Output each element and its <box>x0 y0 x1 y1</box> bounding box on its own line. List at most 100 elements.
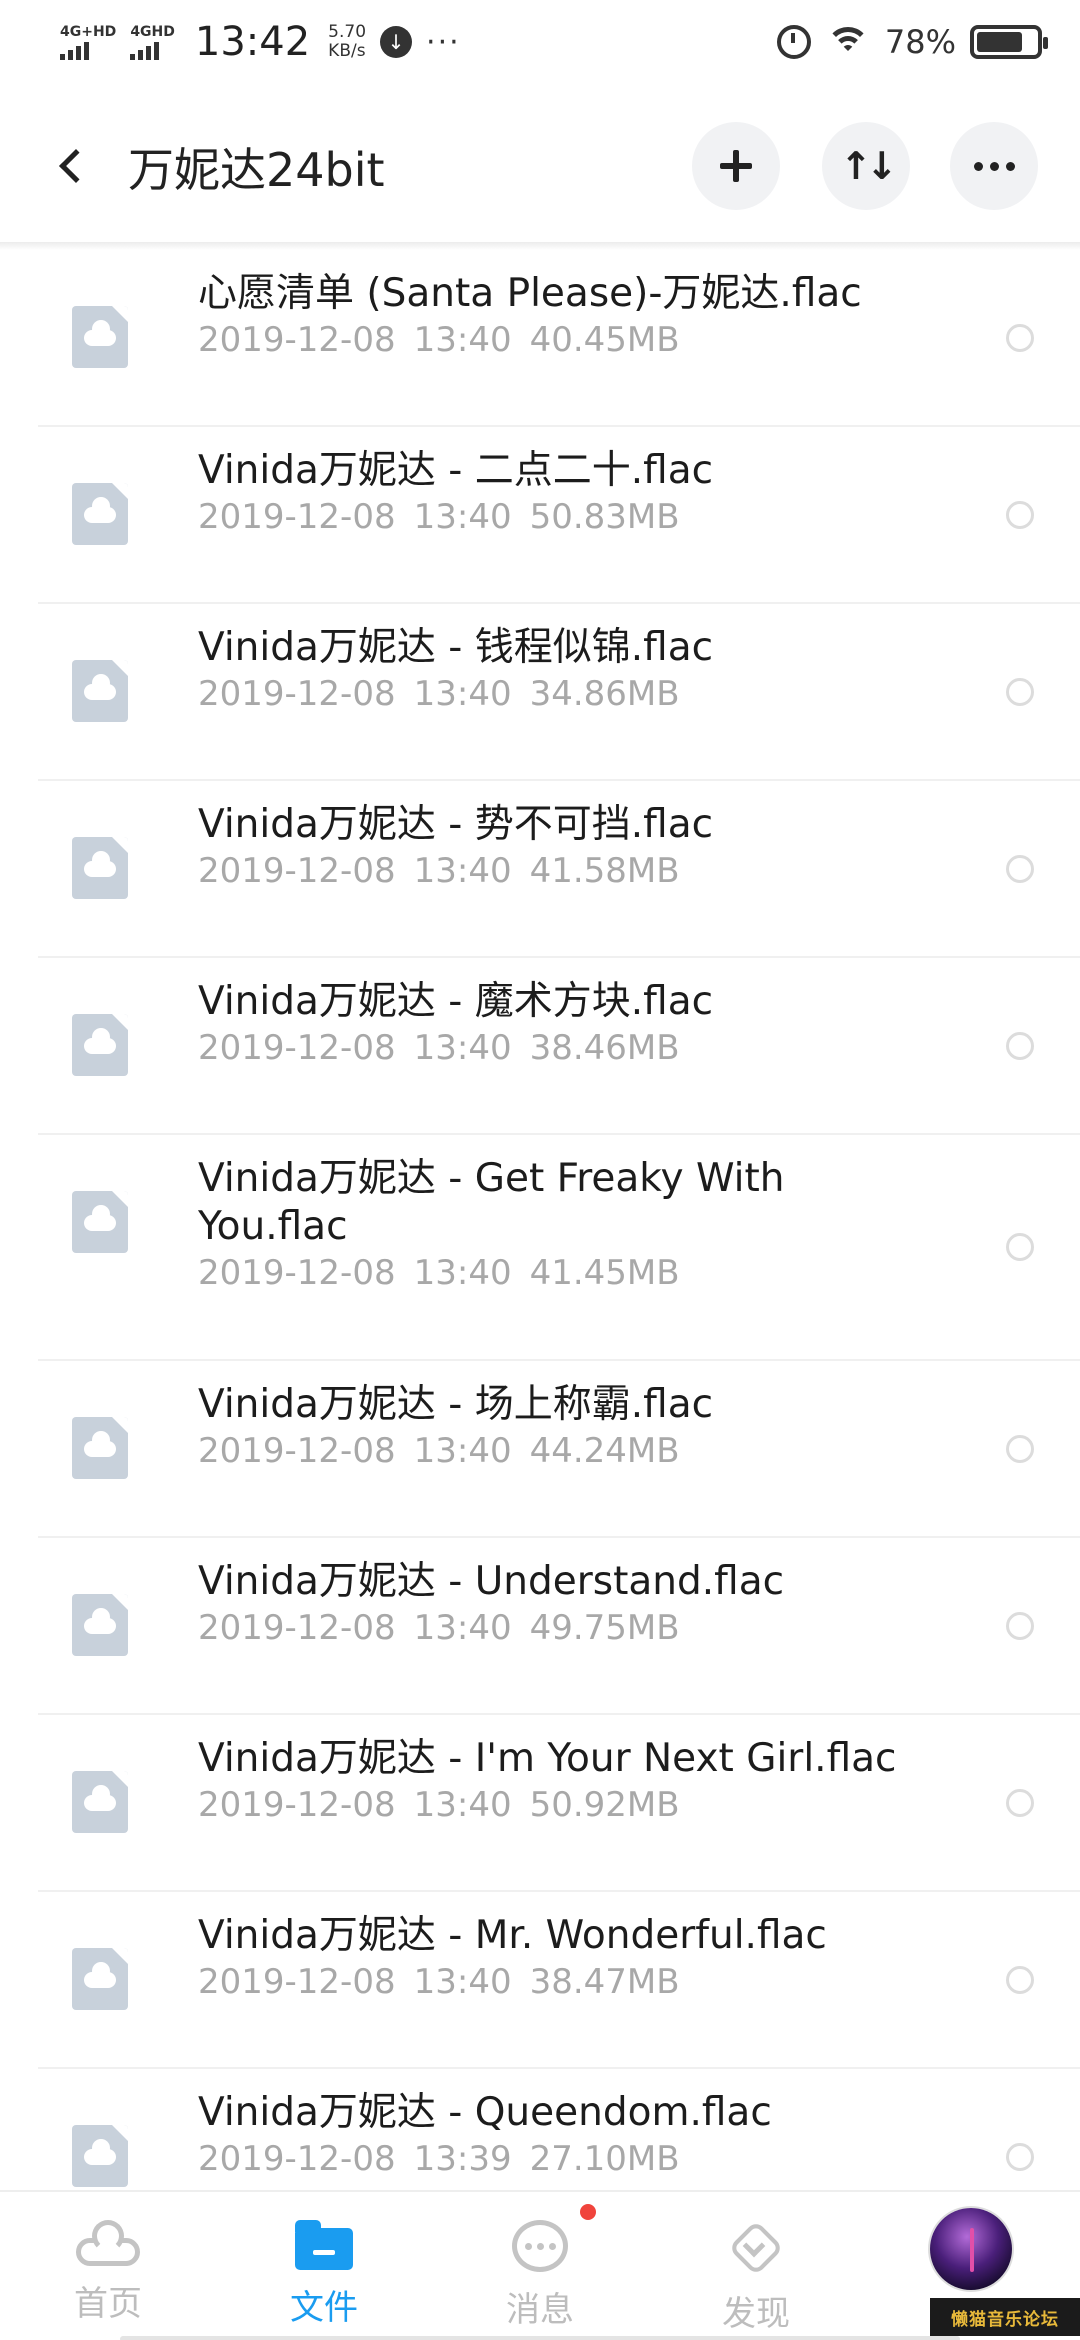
network-speed-unit: KB/s <box>328 41 366 61</box>
back-button[interactable] <box>44 138 100 194</box>
file-list[interactable]: 心愿清单 (Santa Please)-万妮达.flac 2019-12-08 13… <box>0 250 1080 2190</box>
select-radio[interactable] <box>1006 324 1034 352</box>
discover-icon <box>728 2220 784 2276</box>
file-icon <box>72 1191 128 1253</box>
file-date: 2019-12-08 <box>198 674 396 714</box>
sort-icon: ↑↓ <box>840 144 898 188</box>
clock: 13:42 <box>194 19 311 65</box>
file-row[interactable]: Vinida万妮达 - I'm Your Next Girl.flac 2019-… <box>38 1715 1080 1892</box>
select-radio[interactable] <box>1006 1789 1034 1817</box>
file-date: 2019-12-08 <box>198 1028 396 1068</box>
file-size: 38.46MB <box>529 1028 680 1068</box>
file-name: Vinida万妮达 - Understand.flac <box>198 1559 785 1604</box>
file-date: 2019-12-08 <box>198 1785 396 1825</box>
file-row[interactable]: Vinida万妮达 - 场上称霸.flac 2019-12-08 13:40 44.2… <box>38 1361 1080 1538</box>
select-radio[interactable] <box>1006 1032 1034 1060</box>
select-radio[interactable] <box>1006 1612 1034 1640</box>
file-time: 13:40 <box>413 1028 512 1068</box>
file-meta: 2019-12-08 13:40 44.24MB <box>198 1431 680 1471</box>
file-size: 27.10MB <box>529 2139 680 2179</box>
file-meta: 2019-12-08 13:40 49.75MB <box>198 1608 680 1648</box>
nav-files[interactable]: 文件 <box>254 2220 394 2329</box>
file-date: 2019-12-08 <box>198 1253 396 1293</box>
file-date: 2019-12-08 <box>198 1431 396 1471</box>
file-date: 2019-12-08 <box>198 497 396 537</box>
select-radio[interactable] <box>1006 1233 1034 1261</box>
add-button[interactable] <box>692 122 780 210</box>
folder-icon <box>295 2220 353 2270</box>
file-row[interactable]: Vinida万妮达 - 势不可挡.flac 2019-12-08 13:40 41.5… <box>38 781 1080 958</box>
file-name: Vinida万妮达 - I'm Your Next Girl.flac <box>198 1736 897 1781</box>
watermark-logo: 懒猫音乐论坛 <box>930 2298 1080 2336</box>
page-title: 万妮达24bit <box>128 143 385 197</box>
file-time: 13:40 <box>413 1431 512 1471</box>
file-meta: 2019-12-08 13:40 38.46MB <box>198 1028 680 1068</box>
file-date: 2019-12-08 <box>198 320 396 360</box>
wifi-icon <box>825 25 871 59</box>
bottom-nav: 首页 文件 消息 发现 懒猫音乐论坛 <box>0 2190 1080 2340</box>
nav-messages[interactable]: 消息 <box>470 2220 610 2331</box>
file-time: 13:40 <box>413 320 512 360</box>
file-name: Vinida万妮达 - Get Freaky With You.flac <box>198 1156 785 1249</box>
file-row[interactable]: Vinida万妮达 - Queendom.flac 2019-12-08 13:39… <box>38 2069 1080 2190</box>
avatar[interactable] <box>930 2208 1012 2290</box>
sort-button[interactable]: ↑↓ <box>822 122 910 210</box>
file-icon <box>72 1948 128 2010</box>
file-row[interactable]: Vinida万妮达 - Mr. Wonderful.flac 2019-12-08… <box>38 1892 1080 2069</box>
file-row[interactable]: Vinida万妮达 - Get Freaky With You.flac 2019… <box>38 1135 1080 1361</box>
file-meta: 2019-12-08 13:40 40.45MB <box>198 320 680 360</box>
file-name: Vinida万妮达 - Mr. Wonderful.flac <box>198 1913 827 1958</box>
select-radio[interactable] <box>1006 501 1034 529</box>
back-icon <box>59 149 93 183</box>
status-left: 4G+HD 4GHD 13:42 5.70 KB/s ↓ ··· <box>60 14 461 70</box>
file-meta: 2019-12-08 13:40 41.58MB <box>198 851 680 891</box>
file-size: 41.58MB <box>529 851 680 891</box>
signal-bars-icon <box>60 42 89 60</box>
file-icon <box>72 1594 128 1656</box>
file-time: 13:40 <box>413 851 512 891</box>
file-name: Vinida万妮达 - 二点二十.flac <box>198 448 714 493</box>
status-bar: 4G+HD 4GHD 13:42 5.70 KB/s ↓ ··· 78% <box>0 0 1080 84</box>
select-radio[interactable] <box>1006 678 1034 706</box>
file-date: 2019-12-08 <box>198 2139 396 2179</box>
select-radio[interactable] <box>1006 1435 1034 1463</box>
message-icon <box>512 2220 568 2272</box>
file-time: 13:40 <box>413 674 512 714</box>
file-name: 心愿清单 (Santa Please)-万妮达.flac <box>198 271 862 316</box>
file-row[interactable]: Vinida万妮达 - Understand.flac 2019-12-08 13:… <box>38 1538 1080 1715</box>
file-time: 13:40 <box>413 1608 512 1648</box>
file-row[interactable]: Vinida万妮达 - 二点二十.flac 2019-12-08 13:40 50.8… <box>38 427 1080 604</box>
file-name: Vinida万妮达 - 场上称霸.flac <box>198 1382 714 1427</box>
nav-home[interactable]: 首页 <box>38 2220 178 2325</box>
file-name: Vinida万妮达 - Queendom.flac <box>198 2090 772 2135</box>
file-icon <box>72 483 128 545</box>
file-time: 13:39 <box>413 2139 512 2179</box>
file-name: Vinida万妮达 - 钱程似锦.flac <box>198 625 714 670</box>
file-row[interactable]: 心愿清单 (Santa Please)-万妮达.flac 2019-12-08 13… <box>38 250 1080 427</box>
message-badge <box>580 2204 596 2220</box>
more-button[interactable] <box>950 122 1038 210</box>
nav-discover[interactable]: 发现 <box>686 2220 826 2335</box>
file-name: Vinida万妮达 - 魔术方块.flac <box>198 979 714 1024</box>
file-date: 2019-12-08 <box>198 851 396 891</box>
file-time: 13:40 <box>413 1785 512 1825</box>
file-meta: 2019-12-08 13:40 50.83MB <box>198 497 680 537</box>
nav-home-label: 首页 <box>74 2284 142 2324</box>
file-meta: 2019-12-08 13:40 41.45MB <box>198 1253 680 1293</box>
app-header: 万妮达24bit ↑↓ <box>0 96 1080 236</box>
signal-2: 4GHD <box>130 24 175 60</box>
file-size: 41.45MB <box>529 1253 680 1293</box>
nav-files-label: 文件 <box>290 2288 358 2328</box>
file-icon <box>72 1417 128 1479</box>
network-speed-value: 5.70 <box>328 22 367 42</box>
file-row[interactable]: Vinida万妮达 - 魔术方块.flac 2019-12-08 13:40 38.4… <box>38 958 1080 1135</box>
more-notifications-icon: ··· <box>426 24 461 60</box>
file-time: 13:40 <box>413 1253 512 1293</box>
home-indicator[interactable] <box>120 2336 960 2340</box>
battery-percent: 78% <box>884 23 956 61</box>
file-meta: 2019-12-08 13:40 38.47MB <box>198 1962 680 2002</box>
select-radio[interactable] <box>1006 855 1034 883</box>
select-radio[interactable] <box>1006 2143 1034 2171</box>
file-row[interactable]: Vinida万妮达 - 钱程似锦.flac 2019-12-08 13:40 34.8… <box>38 604 1080 781</box>
select-radio[interactable] <box>1006 1966 1034 1994</box>
